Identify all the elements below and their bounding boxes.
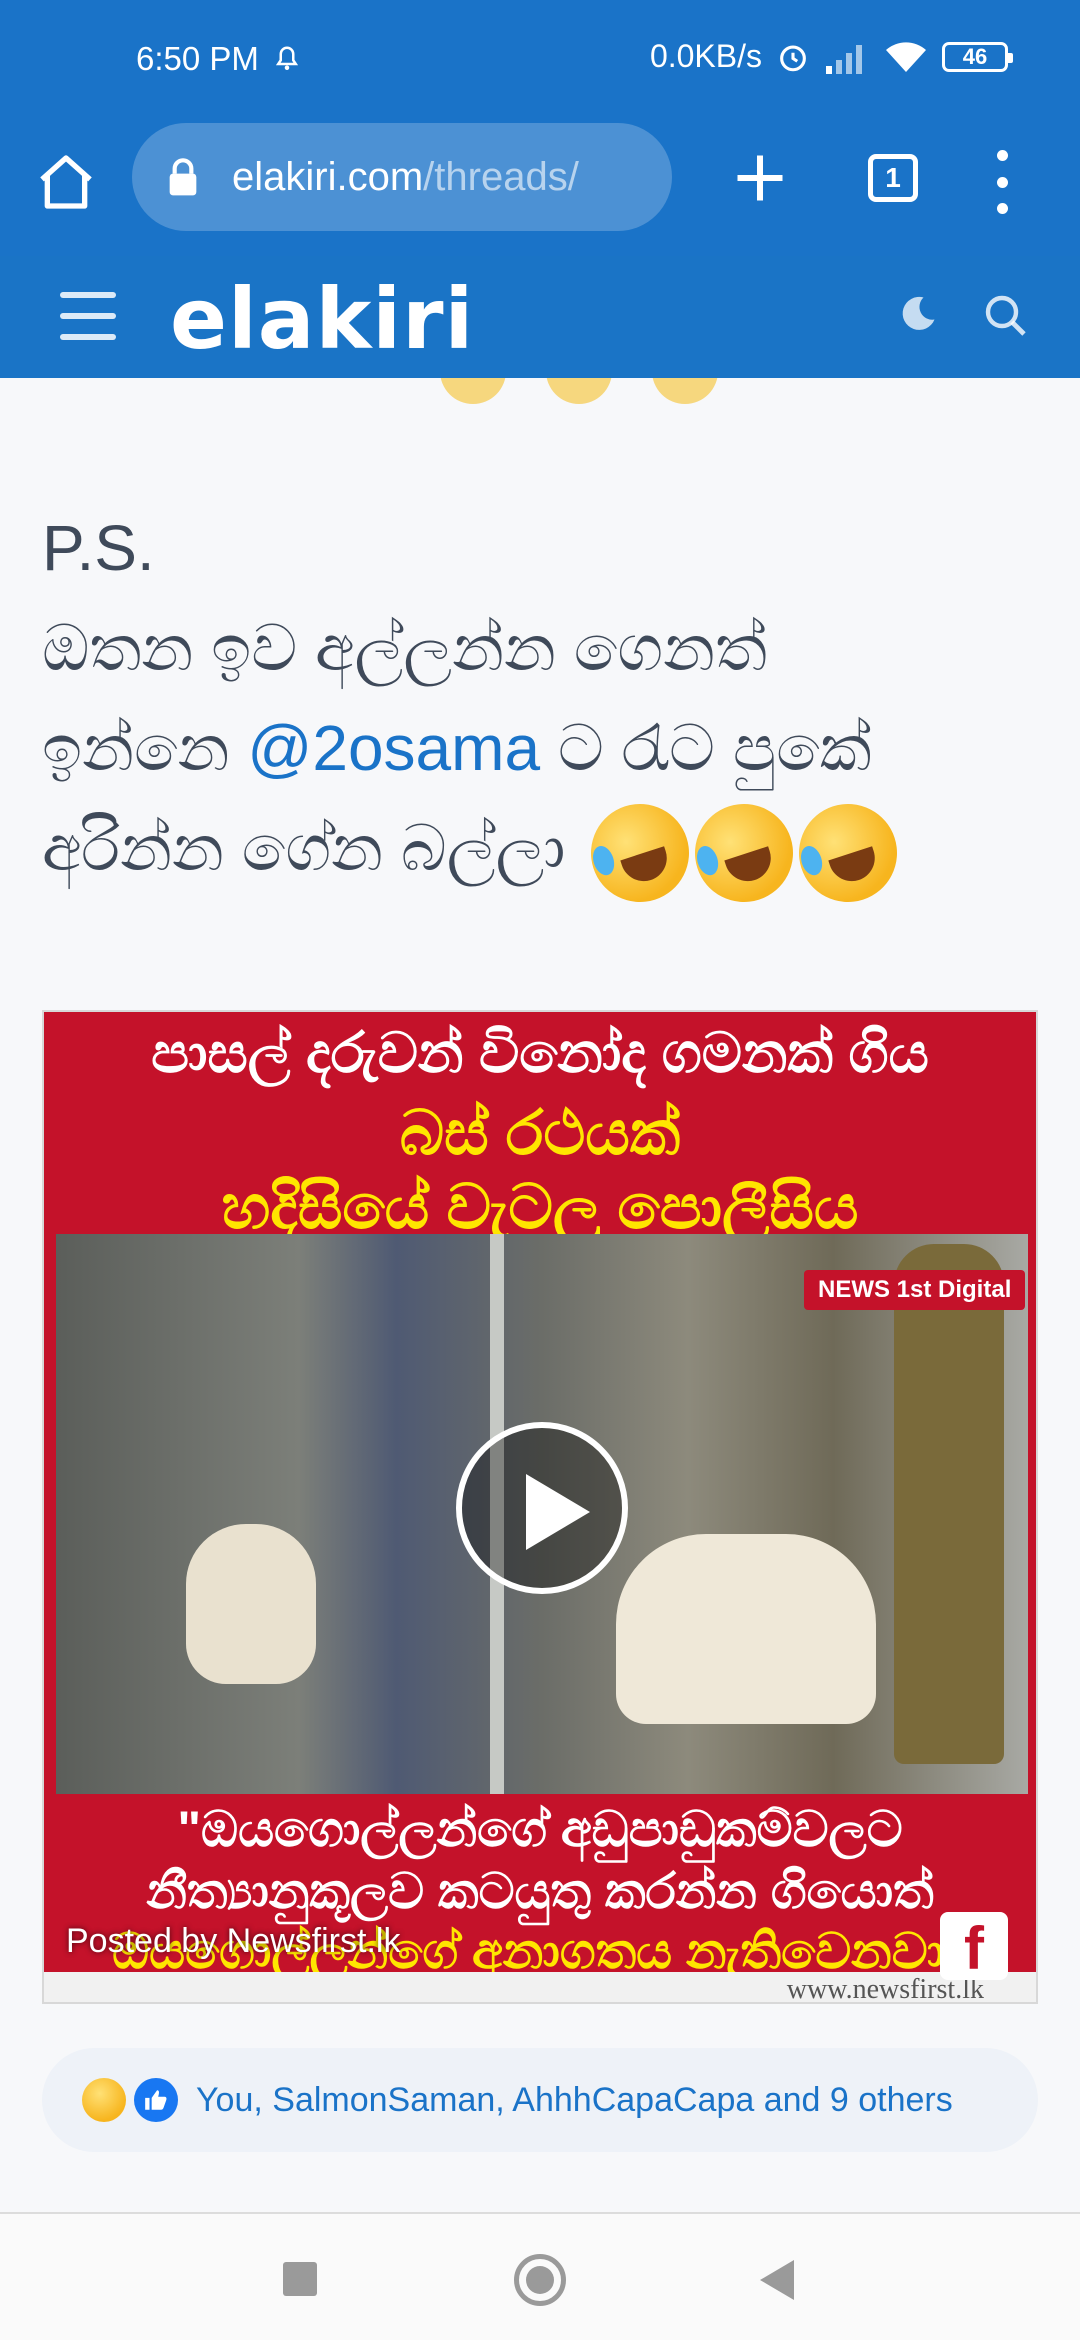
- post-line-2: ඉන්නෙ @2osama ට රැට පුකේ: [42, 698, 1052, 798]
- video-quote-2: නීත්‍යානුකූලව කටයුතු කරන්න ගියොත්: [146, 1863, 934, 1919]
- embedded-video[interactable]: පාසල් දරුවන් විනෝද ගමනක් ගිය බස් රථයක් හ…: [42, 1010, 1038, 2004]
- rofl-emoji-icon: [578, 791, 702, 915]
- home-circle-icon[interactable]: [514, 2254, 566, 2306]
- lock-icon: [169, 158, 197, 196]
- reactions-bar[interactable]: You, SalmonSaman, AhhhCapaCapa and 9 oth…: [42, 2048, 1038, 2152]
- reactions-summary[interactable]: You, SalmonSaman, AhhhCapaCapa and 9 oth…: [196, 2081, 953, 2120]
- back-icon[interactable]: [760, 2260, 794, 2300]
- post-text: P.S. ඔතන ඉව අල්ලන්න ගෙනත් ඉන්නෙ @2osama …: [42, 498, 1052, 915]
- post-line-1: ඔතන ඉව අල්ලන්න ගෙනත්: [42, 612, 768, 684]
- like-reaction-icon: [134, 2078, 178, 2122]
- wifi-icon: [886, 41, 926, 72]
- laugh-emoji-group: [578, 791, 910, 915]
- post-line-2-after: ට රැට පුකේ: [540, 712, 872, 784]
- url-host: elakiri.com: [232, 154, 424, 199]
- hamburger-icon[interactable]: [60, 292, 116, 340]
- video-quote-1: "ඔයගොල්ලන්ගේ අඩුපාඩුකම්වලට: [177, 1801, 903, 1857]
- ps-label: P.S.: [42, 512, 155, 584]
- signal-icon: [826, 44, 862, 74]
- moon-icon[interactable]: [896, 292, 940, 336]
- news-logo-badge: NEWS 1st Digital: [804, 1270, 1026, 1310]
- status-time: 6:50 PM: [136, 40, 259, 77]
- dog-image: [186, 1524, 316, 1684]
- play-icon[interactable]: [456, 1422, 628, 1594]
- laugh-reaction-icon: [82, 2078, 126, 2122]
- rofl-emoji-icon: [682, 791, 806, 915]
- recents-icon[interactable]: [283, 2262, 317, 2296]
- video-headline: පාසල් දරුවන් විනෝද ගමනක් ගිය: [151, 1021, 929, 1084]
- cropped-emojis: [440, 378, 718, 404]
- search-icon[interactable]: [982, 292, 1030, 340]
- rofl-emoji-icon: [786, 791, 910, 915]
- tabs-button[interactable]: 1: [868, 154, 918, 202]
- url-bar[interactable]: elakiri.com/threads/: [132, 123, 672, 231]
- battery-icon: 46: [942, 41, 1013, 72]
- police-dog-image: [616, 1534, 876, 1724]
- video-subheadline-1: බස් රථයක්: [399, 1099, 681, 1168]
- status-right: 0.0KB/s 46: [649, 38, 1013, 75]
- alarm-icon: [780, 45, 806, 71]
- status-bar: 6:50 PM 0.0KB/s 46: [0, 0, 1080, 120]
- user-mention-link[interactable]: @2osama: [247, 712, 540, 784]
- site-header: elakiri: [0, 256, 1080, 378]
- thread-content: P.S. ඔතන ඉව අල්ලන්න ගෙනත් ඉන්නෙ @2osama …: [0, 378, 1080, 2212]
- system-nav-bar: [0, 2214, 1080, 2340]
- police-officer-image: [894, 1244, 1004, 1764]
- post-line-3-text: අරින්න ගේන බල්ලා: [42, 812, 566, 884]
- posted-by-label: Posted by Newsfirst.lk: [66, 1922, 401, 1960]
- home-icon[interactable]: [34, 150, 98, 214]
- site-logo[interactable]: elakiri: [170, 270, 474, 368]
- network-speed: 0.0KB/s: [649, 38, 762, 74]
- post-line-2-before: ඉන්නෙ: [42, 712, 248, 784]
- bell-icon: [275, 46, 299, 70]
- menu-kebab-icon[interactable]: [990, 150, 1014, 214]
- facebook-icon[interactable]: f: [940, 1912, 1008, 1982]
- post-line-3: අරින්න ගේන බල්ලා: [42, 791, 1052, 915]
- plus-icon[interactable]: [730, 148, 790, 208]
- browser-toolbar: elakiri.com/threads/ 1: [0, 120, 1080, 256]
- url-path: /threads/: [423, 154, 579, 199]
